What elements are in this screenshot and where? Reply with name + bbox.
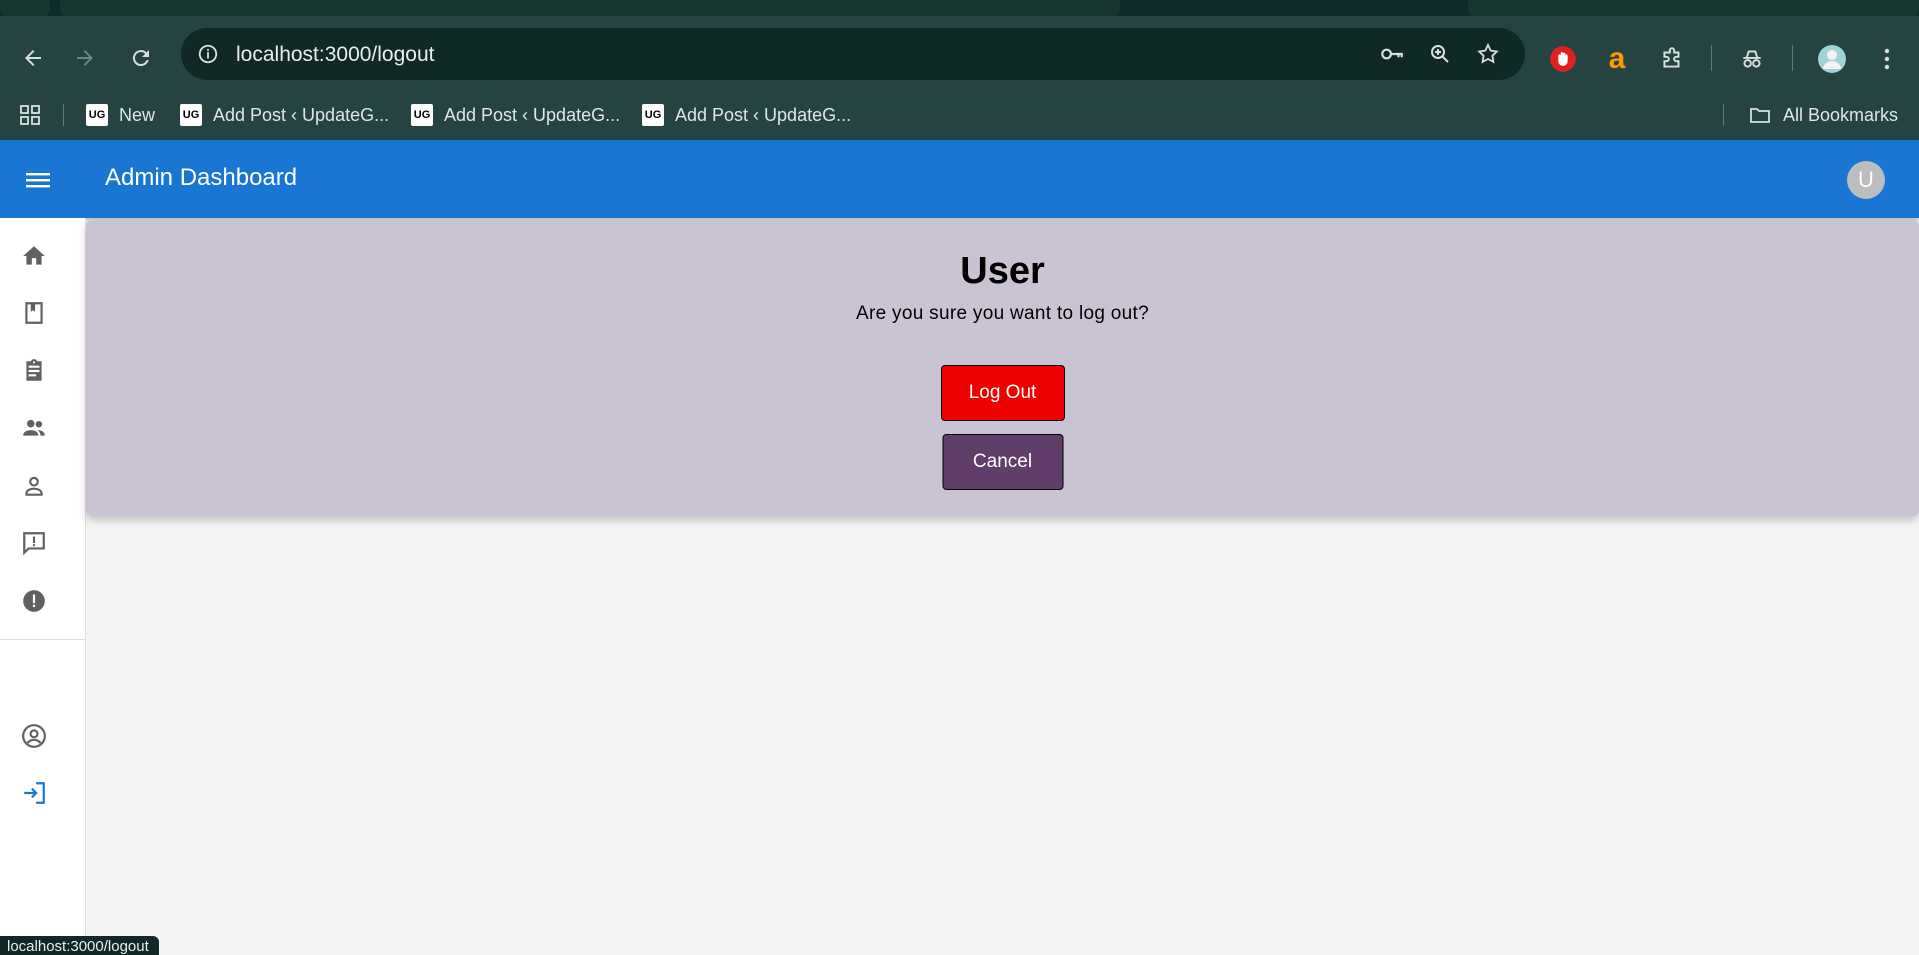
forward-button[interactable]	[67, 40, 103, 76]
bookmark-label: New	[119, 104, 156, 125]
incognito-spy-icon[interactable]	[1736, 43, 1768, 75]
apps-grid-icon[interactable]	[18, 100, 42, 130]
ug-favicon-icon: UG	[180, 104, 202, 126]
address-bar[interactable]: localhost:3000/logout	[181, 28, 1525, 80]
ug-favicon-icon: UG	[86, 104, 108, 126]
toolbar-separator	[1792, 45, 1793, 71]
bookmark-label: Add Post ‹ UpdateG...	[213, 104, 390, 125]
ug-favicon-icon: UG	[642, 104, 664, 126]
extensions-puzzle-icon[interactable]	[1656, 43, 1688, 75]
hamburger-menu-icon	[26, 173, 50, 188]
sidebar-item-assignments[interactable]	[19, 356, 49, 386]
logout-panel: User Are you sure you want to log out? L…	[86, 220, 1919, 516]
sidebar-divider	[0, 639, 85, 640]
bookmark-item[interactable]: UG Add Post ‹ UpdateG...	[411, 100, 620, 130]
bookmarks-separator	[1723, 104, 1724, 126]
page-title: Admin Dashboard	[105, 164, 298, 191]
amazon-extension-icon[interactable]: a	[1601, 43, 1633, 75]
bookmark-item[interactable]: UG Add Post ‹ UpdateG...	[180, 100, 389, 130]
bookmark-item[interactable]: UG New	[86, 100, 155, 130]
folder-icon	[1750, 108, 1770, 123]
sidebar-item-bookmarks[interactable]	[19, 298, 49, 328]
back-button[interactable]	[15, 40, 51, 76]
ug-favicon-icon: UG	[411, 104, 433, 126]
group-icon	[23, 419, 45, 436]
ublock-extension-icon[interactable]	[1547, 43, 1579, 75]
avatar[interactable]: U	[1847, 161, 1885, 199]
person-icon	[25, 476, 43, 496]
sidebar-item-feedback[interactable]	[19, 528, 49, 558]
bookmarks-bar: UG New UG Add Post ‹ UpdateG... UG Add P…	[0, 90, 1919, 140]
kebab-menu-icon[interactable]	[1871, 43, 1903, 75]
site-info-icon[interactable]	[193, 39, 223, 69]
error-icon	[23, 590, 45, 612]
assignment-icon	[26, 359, 42, 381]
account-circle-icon	[22, 724, 46, 748]
browser-toolbar: localhost:3000/logout a	[0, 16, 1919, 90]
password-key-icon[interactable]	[1377, 39, 1407, 69]
logout-heading: User	[960, 250, 1045, 292]
sidebar-item-home[interactable]	[19, 241, 49, 271]
sidebar-item-errors[interactable]	[19, 586, 49, 616]
arrow-left-icon	[25, 50, 41, 66]
sidebar-item-groups[interactable]	[19, 413, 49, 443]
status-bar-url: localhost:3000/logout	[0, 936, 159, 955]
bookmark-star-icon[interactable]	[1473, 39, 1503, 69]
sidebar-item-account[interactable]	[19, 721, 49, 751]
profile-avatar-icon[interactable]	[1816, 43, 1848, 75]
bookmark-label: Add Post ‹ UpdateG...	[675, 104, 852, 125]
login-icon	[24, 782, 45, 804]
bookmark-item[interactable]: UG Add Post ‹ UpdateG...	[642, 100, 851, 130]
reload-button[interactable]	[123, 40, 159, 76]
all-bookmarks-button[interactable]: All Bookmarks	[1748, 100, 1898, 130]
feedback-icon	[23, 532, 45, 556]
sidebar-item-person[interactable]	[19, 471, 49, 501]
logout-message: Are you sure you want to log out?	[856, 303, 1149, 324]
url-text[interactable]: localhost:3000/logout	[236, 43, 435, 67]
app-header: Admin Dashboard U	[0, 140, 1919, 218]
bookmark-label: Add Post ‹ UpdateG...	[444, 104, 621, 125]
toolbar-separator	[1711, 45, 1712, 71]
home-icon	[23, 246, 45, 265]
sidebar-item-logout[interactable]	[19, 778, 49, 808]
arrow-right-icon	[77, 50, 93, 66]
bookmarks-separator	[63, 104, 64, 126]
menu-button[interactable]	[22, 164, 54, 196]
bookmark-icon	[25, 302, 43, 324]
sidebar	[0, 218, 86, 955]
tab-strip	[0, 0, 1919, 18]
cancel-button[interactable]: Cancel	[942, 434, 1063, 490]
reload-icon	[132, 50, 149, 67]
zoom-icon[interactable]	[1425, 39, 1455, 69]
amazon-glyph: a	[1608, 42, 1626, 75]
all-bookmarks-label: All Bookmarks	[1783, 104, 1899, 125]
logout-button[interactable]: Log Out	[940, 365, 1065, 421]
